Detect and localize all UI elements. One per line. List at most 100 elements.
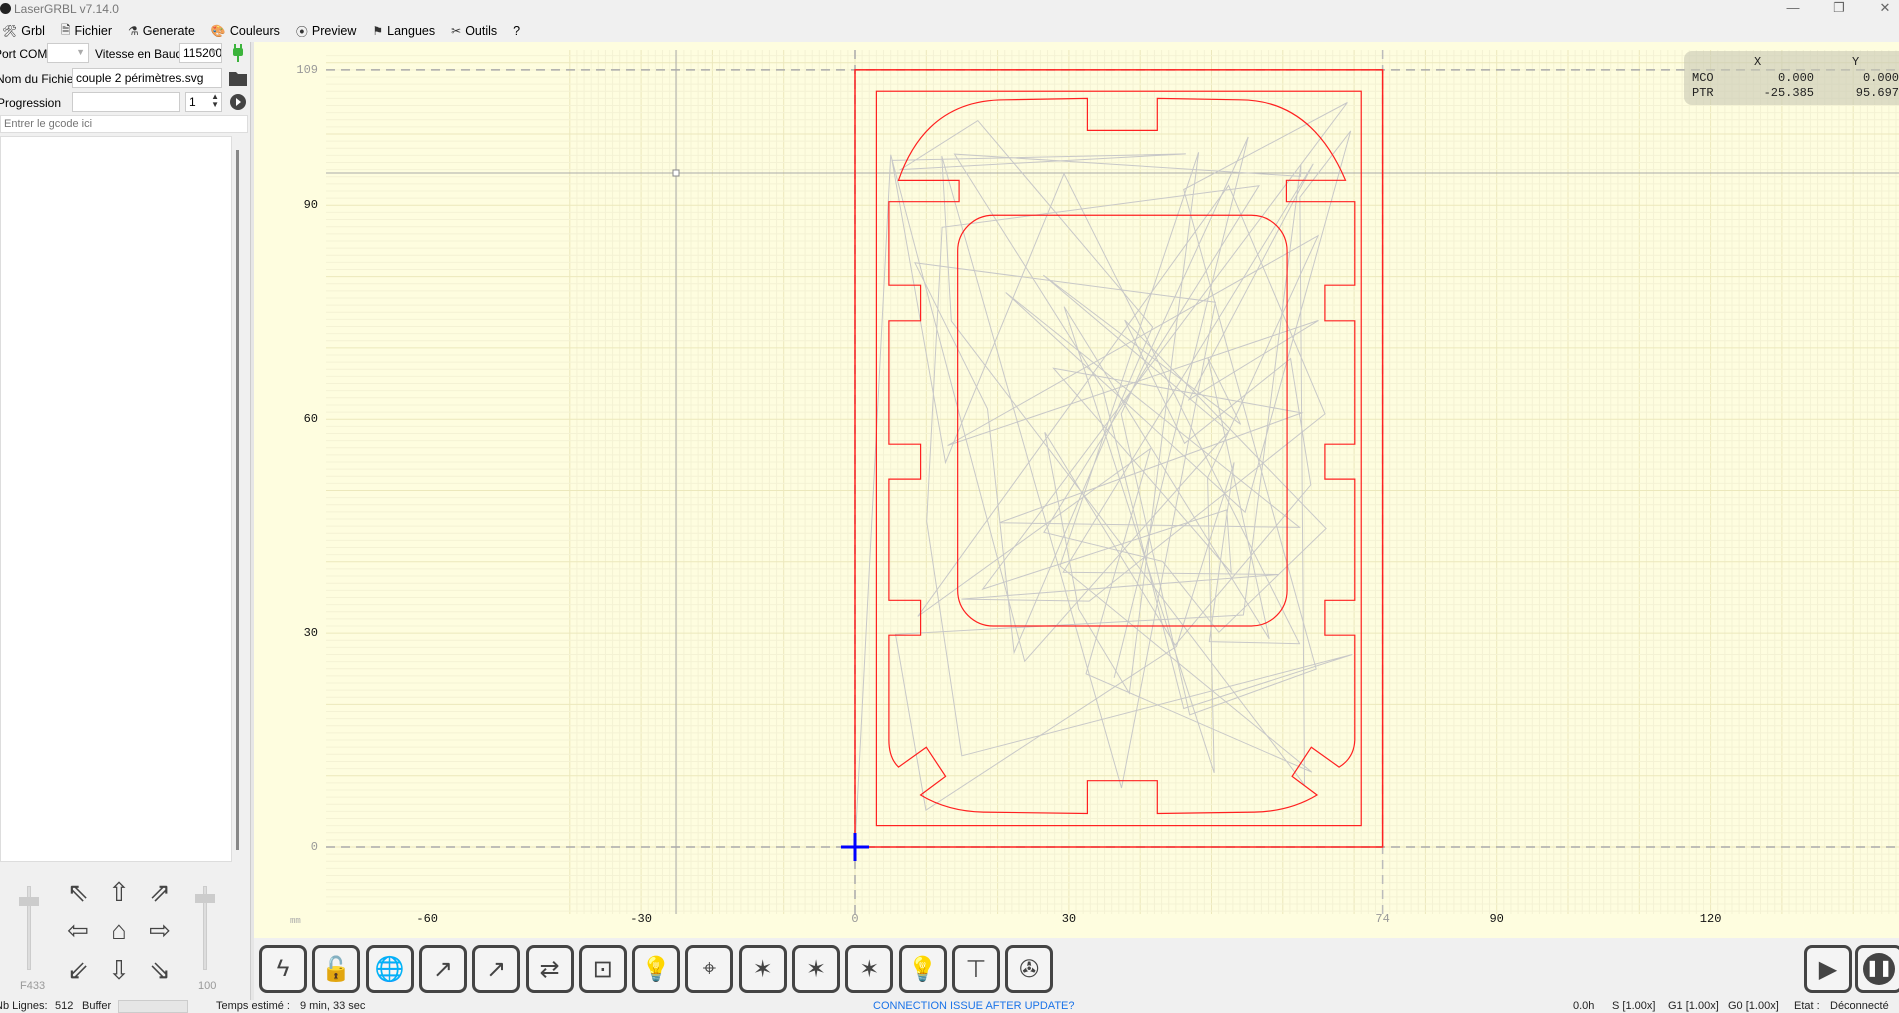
x-tick-label: 30 [1061,912,1077,926]
frame-path-icon: ↗ [432,955,453,983]
app-icon [0,3,11,14]
probe-button[interactable]: ⊤ [951,945,1000,993]
baud-select[interactable]: 115200 ▼ [179,43,222,63]
chevron-down-icon: ▼ [76,47,85,57]
start-button[interactable]: ▶ [1804,945,1852,993]
jog-down-icon[interactable]: ⇩ [103,954,135,986]
light-button[interactable]: 💡 [898,945,947,993]
repeat-count: 1 [189,95,196,109]
menu-label: Couleurs [229,24,280,38]
sparkle-3-button[interactable]: ✶ [845,945,894,993]
sparkle-1-icon: ✶ [752,955,773,983]
jog-down-left-icon[interactable]: ⇙ [62,954,94,986]
menu-icon: ⚗ [128,24,139,38]
gcode-input[interactable] [0,115,248,133]
menu-bar: 🛠 Grbl 🗎 Fichier ⚗ Generate 🎨 Couleurs ⦿ Preview ⚑… [0,20,1899,42]
jog-left-icon[interactable]: ⇦ [62,914,94,946]
time-value: 9 min, 33 sec [300,1000,366,1012]
menu-fichier[interactable]: 🗎 Fichier [61,21,112,42]
reset-button[interactable]: ϟ [259,945,307,993]
menu-label: Langues [387,24,436,38]
jog-up-left-icon[interactable]: ⇖ [62,876,94,908]
folder-icon[interactable] [229,70,247,86]
menu-[interactable]: ? [513,24,520,38]
menu-outils[interactable]: ✂ Outils [451,24,497,38]
jog-up-icon[interactable]: ⇧ [103,876,135,908]
fan-button[interactable]: ✇ [1005,945,1054,993]
maximize-button[interactable]: ❐ [1816,0,1862,20]
s-override[interactable]: S [1.00x] [1612,1000,1655,1012]
center-icon: ⊡ [592,955,613,983]
progress-label: Progression [0,96,62,110]
close-button[interactable]: ✕ [1862,0,1899,20]
unlock-icon: 🔓 [321,955,352,983]
sparkle-1-button[interactable]: ✶ [738,945,787,993]
probe-icon: ⊤ [965,955,987,983]
home-icon[interactable]: ⌂ [103,914,135,946]
y-tick-label: 60 [303,412,318,427]
run-file-icon[interactable] [229,93,247,111]
file-name-field[interactable]: couple 2 périmètres.svg [72,68,222,88]
menu-generate[interactable]: ⚗ Generate [128,24,195,38]
menu-icon: 🛠 [2,24,18,38]
menu-icon: ✂ [451,24,462,38]
title-bar: LaserGRBL v7.14.0 — ❐ ✕ [0,0,1899,20]
lines-value: 512 [55,1000,74,1012]
x-tick-label: 120 [1699,912,1722,926]
laser-focus-button[interactable]: 💡 [632,945,681,993]
coordinates-overlay: X Y MCO 0.000 0.000 PTR -25.385 95.697 [1684,51,1899,105]
connection-issue-link[interactable]: CONNECTION ISSUE AFTER UPDATE? [873,1000,1075,1012]
goto-position-button[interactable]: 🌐 [365,945,414,993]
port-com-label: Port COM [0,47,48,61]
center-button[interactable]: ⊡ [578,945,627,993]
run-time: 0.0h [1573,1000,1595,1012]
fan-icon: ✇ [1019,955,1040,983]
menu-grbl[interactable]: 🛠 Grbl [2,24,45,38]
cursor-handle [672,169,680,177]
g0-override[interactable]: G0 [1.00x] [1728,1000,1779,1012]
jog-right-icon[interactable]: ⇨ [144,914,176,946]
menu-label: ? [513,24,521,38]
step-slider-thumb[interactable] [195,893,215,903]
menu-icon: 🗎 [60,22,71,37]
preview-drawing [326,50,1899,914]
menu-label: Outils [465,24,498,38]
menu-label: Generate [142,24,195,38]
minimize-button[interactable]: — [1770,0,1816,20]
engrave-target-button[interactable]: ⌖ [685,945,734,993]
goto-position-icon: 🌐 [374,955,405,983]
menu-icon: 🎨 [210,24,226,38]
jog-up-right-icon[interactable]: ⇗ [144,876,176,908]
lines-label: Nb Lignes: [0,1000,48,1012]
jog-down-right-icon[interactable]: ⇘ [144,954,176,986]
x-tick-label: 90 [1489,912,1504,926]
menu-preview[interactable]: ⦿ Preview [296,23,356,40]
ptr-label: PTR [1692,86,1714,100]
speed-slider-thumb[interactable] [19,897,39,907]
repeat-count-stepper[interactable]: 1 ▲ ▼ [185,92,222,112]
unlock-button[interactable]: 🔓 [312,945,361,993]
mco-y: 0.000 [1862,71,1899,85]
y-tick-label: 109 [296,62,318,77]
preview-canvas[interactable]: mm -60 -30 0 30 74 90 120 0 30 60 90 109 [254,42,1899,938]
frame-path-button[interactable]: ↗ [418,945,467,993]
sparkle-2-button[interactable]: ✶ [792,945,840,993]
connect-plug-icon[interactable] [230,44,246,62]
reset-icon: ϟ [276,955,290,982]
command-log-list[interactable] [0,136,232,862]
y-tick-label: 90 [303,198,318,213]
g1-override[interactable]: G1 [1.00x] [1668,1000,1719,1012]
menu-langues[interactable]: ⚑ Langues [372,24,435,38]
pause-button[interactable]: ❚❚ [1855,945,1899,993]
port-com-select[interactable]: ▼ [47,43,89,63]
log-scrollbar[interactable] [236,150,239,850]
frame-path-2-button[interactable]: ↗ [472,945,521,993]
menu-icon: ⚑ [372,24,384,38]
state-value: Déconnecté [1830,1000,1889,1012]
stepper-arrows-icon[interactable]: ▲ ▼ [211,93,219,109]
menu-couleurs[interactable]: 🎨 Couleurs [211,24,280,38]
step-value: 100 [198,980,217,992]
frame-rect-button[interactable]: ⇄ [525,945,574,993]
x-tick-label: -60 [416,912,438,926]
travel-moves [854,102,1353,848]
